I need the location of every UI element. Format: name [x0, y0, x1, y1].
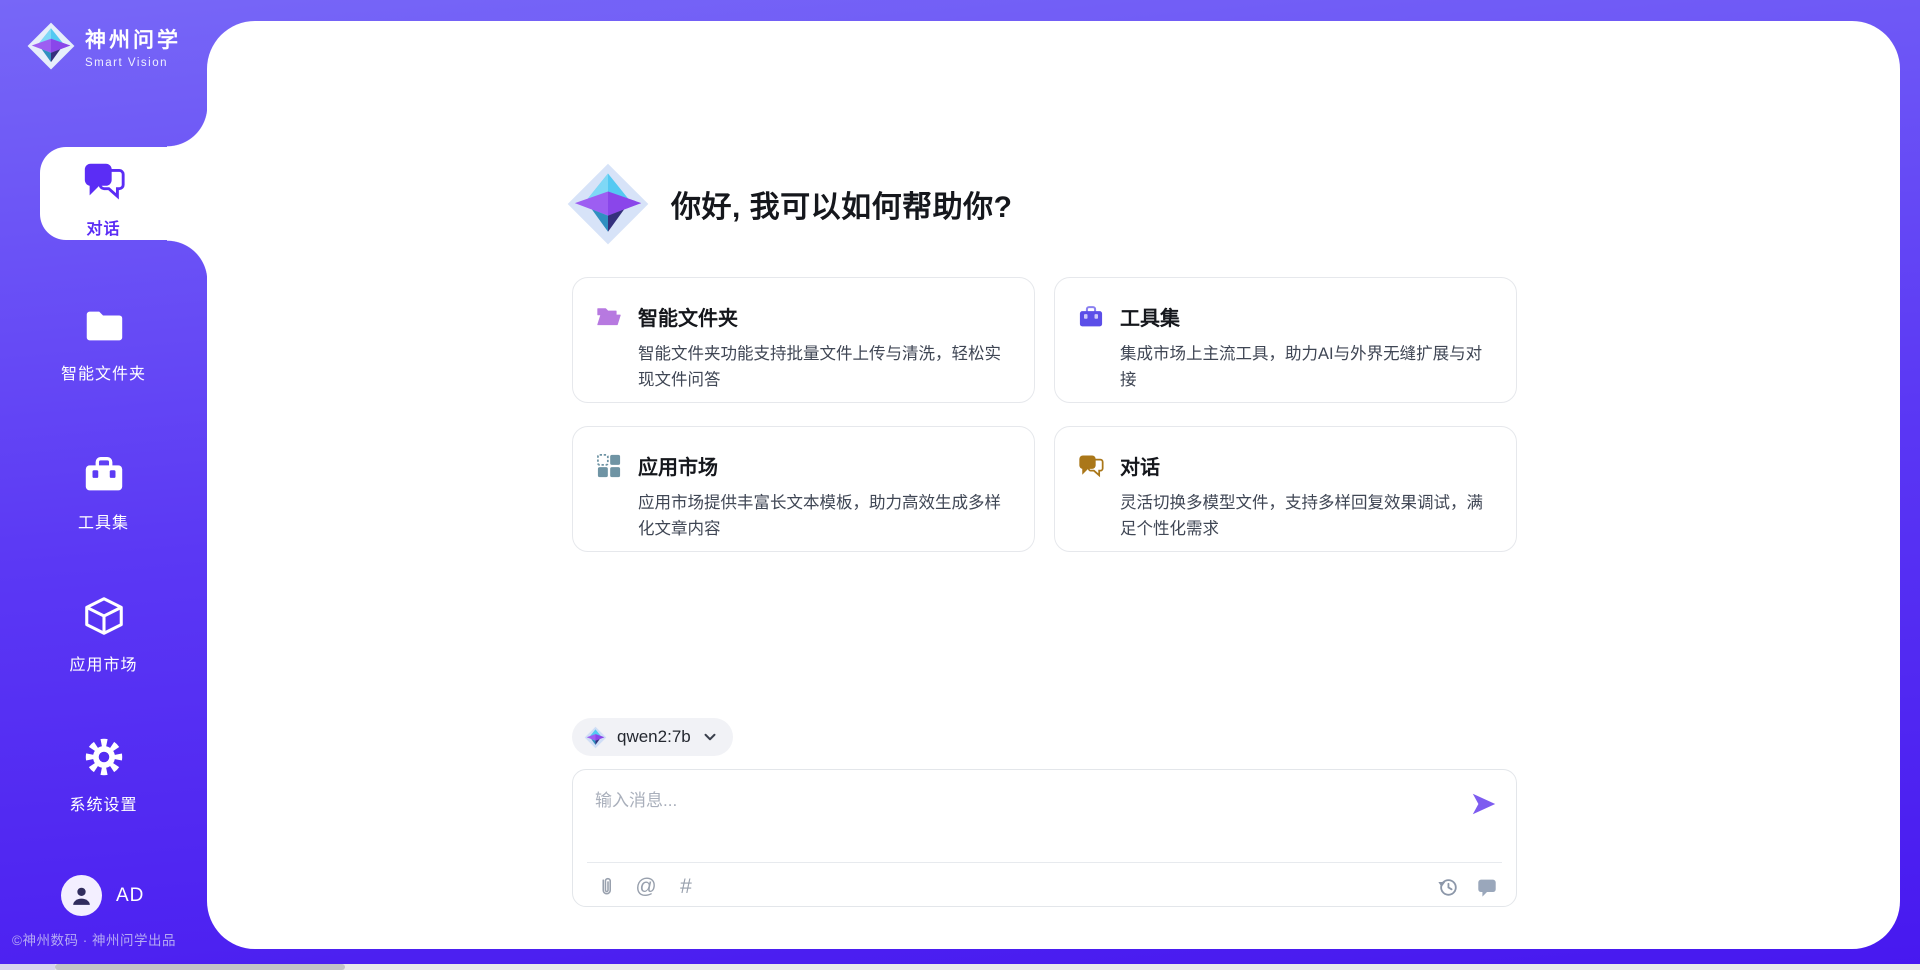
- sidebar-item-app-market[interactable]: 应用市场: [0, 594, 207, 675]
- sidebar-item-label: 系统设置: [0, 791, 207, 815]
- greeting-header: 你好, 我可以如何帮助你?: [565, 161, 1013, 247]
- user-name: AD: [116, 885, 144, 907]
- app-subtitle: Smart Vision: [85, 57, 181, 69]
- comments-button[interactable]: [1474, 874, 1500, 900]
- topic-button[interactable]: #: [673, 874, 699, 900]
- card-description: 集成市场上主流工具，助力AI与外界无缝扩展与对接: [1120, 341, 1494, 394]
- history-icon: [1437, 876, 1459, 898]
- card-description: 智能文件夹功能支持批量文件上传与清洗，轻松实现文件问答: [638, 341, 1012, 394]
- message-input[interactable]: [595, 786, 1445, 850]
- chevron-down-icon: [701, 728, 719, 746]
- card-toolset[interactable]: 工具集 集成市场上主流工具，助力AI与外界无缝扩展与对接: [1054, 277, 1517, 403]
- sidebar-item-label: 工具集: [0, 509, 207, 533]
- sidebar-item-label: 智能文件夹: [0, 360, 207, 384]
- diamond-logo-icon: [584, 726, 607, 749]
- card-smart-folder[interactable]: 智能文件夹 智能文件夹功能支持批量文件上传与清洗，轻松实现文件问答: [572, 277, 1035, 403]
- paperclip-icon: [595, 876, 617, 898]
- gear-icon: [81, 734, 127, 780]
- send-button[interactable]: [1470, 790, 1498, 818]
- history-button[interactable]: [1435, 874, 1461, 900]
- copyright-text: ©神州数码 · 神州问学出品: [12, 929, 176, 949]
- sidebar-item-chat[interactable]: 对话: [0, 158, 207, 239]
- model-name: qwen2:7b: [617, 727, 691, 747]
- card-app-market[interactable]: 应用市场 应用市场提供丰富长文本模板，助力高效生成多样化文章内容: [572, 426, 1035, 552]
- toolbox-icon: [81, 452, 127, 498]
- send-icon: [1470, 790, 1498, 818]
- attach-file-button[interactable]: [593, 874, 619, 900]
- model-selector[interactable]: qwen2:7b: [572, 718, 733, 756]
- composer-tools-right: [1435, 874, 1500, 900]
- sidebar-item-smart-folder[interactable]: 智能文件夹: [0, 303, 207, 384]
- avatar: [61, 875, 102, 916]
- sidebar-item-settings[interactable]: 系统设置: [0, 734, 207, 815]
- grid-icon: [595, 452, 623, 480]
- chat-icon: [1077, 452, 1105, 480]
- feature-cards: 智能文件夹 智能文件夹功能支持批量文件上传与清洗，轻松实现文件问答 工具集 集成…: [572, 277, 1517, 552]
- horizontal-scrollbar[interactable]: [0, 964, 1920, 970]
- scrollbar-thumb[interactable]: [55, 964, 345, 970]
- card-title: 工具集: [1120, 302, 1180, 331]
- folder-icon: [81, 303, 127, 349]
- toolbox-icon: [1077, 303, 1105, 331]
- card-description: 应用市场提供丰富长文本模板，助力高效生成多样化文章内容: [638, 490, 1012, 543]
- app-window: 你好, 我可以如何帮助你? 智能文件夹 智能文件夹功能支持批量文件上传与清洗，轻…: [0, 0, 1920, 970]
- folder-open-icon: [595, 303, 623, 331]
- app-name: 神州问学: [85, 24, 181, 54]
- person-icon: [69, 883, 94, 908]
- at-icon: @: [635, 875, 656, 899]
- card-title: 对话: [1120, 451, 1160, 480]
- active-tab-fillet-bottom: [167, 240, 208, 281]
- hash-icon: #: [680, 875, 692, 899]
- sidebar-item-toolset[interactable]: 工具集: [0, 452, 207, 533]
- sidebar-item-label: 应用市场: [0, 651, 207, 675]
- active-tab-fillet-top: [167, 106, 208, 147]
- user-profile[interactable]: AD: [61, 875, 144, 916]
- comment-icon: [1476, 876, 1498, 898]
- message-composer: @ #: [572, 769, 1517, 907]
- brand-diamond-icon: [565, 161, 651, 247]
- card-title: 应用市场: [638, 451, 718, 480]
- cube-icon: [81, 594, 127, 640]
- card-chat[interactable]: 对话 灵活切换多模型文件，支持多样回复效果调试，满足个性化需求: [1054, 426, 1517, 552]
- chat-icon: [81, 158, 127, 204]
- main-panel: 你好, 我可以如何帮助你? 智能文件夹 智能文件夹功能支持批量文件上传与清洗，轻…: [207, 21, 1900, 949]
- greeting-title: 你好, 我可以如何帮助你?: [671, 182, 1013, 226]
- brand-diamond-icon: [26, 21, 76, 71]
- sidebar-item-label: 对话: [0, 215, 207, 239]
- card-description: 灵活切换多模型文件，支持多样回复效果调试，满足个性化需求: [1120, 490, 1494, 543]
- composer-divider: [587, 862, 1502, 863]
- brand[interactable]: 神州问学 Smart Vision: [26, 21, 181, 71]
- card-title: 智能文件夹: [638, 302, 738, 331]
- mention-button[interactable]: @: [633, 874, 659, 900]
- composer-tools-left: @ #: [593, 874, 699, 900]
